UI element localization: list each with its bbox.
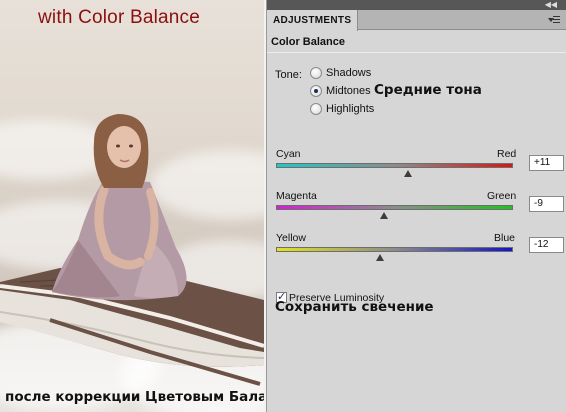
panel-menu-icon[interactable] bbox=[548, 14, 560, 26]
girl-in-boat-illustration bbox=[0, 114, 264, 386]
slider-right-label: Red bbox=[497, 148, 517, 160]
photo-caption: после коррекции Цветовым Балансом bbox=[5, 389, 264, 405]
value-field-cyan-red[interactable]: +11 bbox=[529, 155, 564, 171]
radio-label: Shadows bbox=[326, 67, 372, 79]
slider-thumb-cyan-red[interactable] bbox=[403, 170, 412, 177]
photo-preview: with Color Balance после коррекции Цвето… bbox=[0, 0, 264, 412]
radio-dot[interactable] bbox=[310, 103, 322, 115]
panel-titlebar: ◀◀ bbox=[267, 0, 566, 10]
slider-right-label: Blue bbox=[494, 232, 516, 244]
midtones-annotation: Средние тона bbox=[374, 82, 482, 98]
slider-left-label: Yellow bbox=[276, 232, 306, 244]
slider-yellow-blue[interactable] bbox=[276, 247, 513, 252]
divider bbox=[267, 52, 566, 53]
radio-label: Highlights bbox=[326, 103, 375, 115]
slider-left-label: Magenta bbox=[276, 190, 317, 202]
double-chevron-right-icon[interactable]: ◀◀ bbox=[545, 1, 557, 9]
adjustments-panel: ◀◀ ADJUSTMENTS Color Balance Tone: Shado… bbox=[266, 0, 566, 412]
tab-adjustments[interactable]: ADJUSTMENTS bbox=[267, 10, 359, 31]
panel-tabs: ADJUSTMENTS bbox=[267, 10, 566, 31]
slider-cyan-red[interactable] bbox=[276, 163, 513, 168]
tone-label: Tone: bbox=[275, 69, 302, 81]
photo-title: with Color Balance bbox=[38, 7, 201, 28]
panel-title: Color Balance bbox=[271, 36, 345, 48]
slider-thumb-magenta-green[interactable] bbox=[379, 212, 388, 219]
preserve-annotation: Сохранить свечение bbox=[275, 299, 434, 315]
slider-thumb-yellow-blue[interactable] bbox=[376, 254, 385, 261]
slider-right-label: Green bbox=[487, 190, 517, 202]
value-field-magenta-green[interactable]: -9 bbox=[529, 196, 564, 212]
slider-left-label: Cyan bbox=[276, 148, 301, 160]
radio-dot[interactable] bbox=[310, 67, 322, 79]
value-field-yellow-blue[interactable]: -12 bbox=[529, 237, 564, 253]
radio-label: Midtones bbox=[326, 85, 371, 97]
radio-dot-selected[interactable] bbox=[310, 85, 322, 97]
slider-magenta-green[interactable] bbox=[276, 205, 513, 210]
